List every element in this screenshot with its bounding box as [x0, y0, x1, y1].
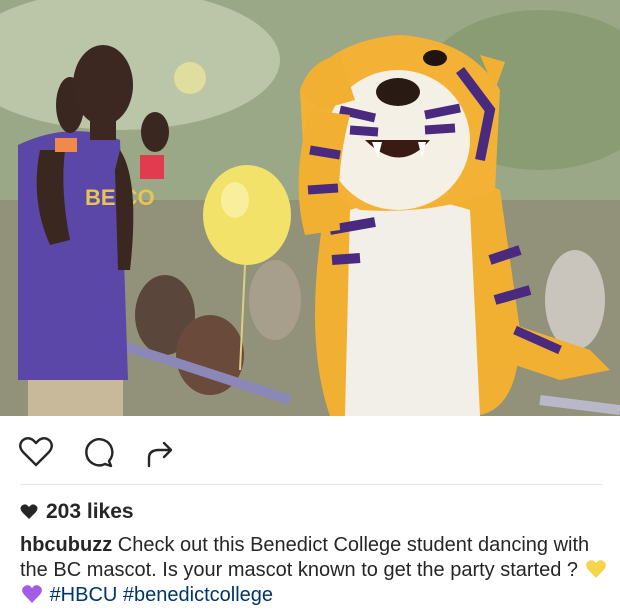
likes-text: 203 likes: [46, 500, 134, 523]
likes-count[interactable]: 203 likes: [20, 498, 134, 526]
filled-heart-icon: [20, 504, 38, 519]
purple-heart-emoji: [22, 585, 42, 603]
hashtag-hbcu[interactable]: #HBCU: [50, 584, 118, 606]
post-caption: hbcubuzz Check out this Benedict College…: [20, 533, 610, 608]
caption-username[interactable]: hbcubuzz: [20, 534, 112, 556]
comment-bubble-icon[interactable]: [78, 432, 118, 472]
heart-outline-icon[interactable]: [16, 432, 56, 472]
hashtag-benedictcollege[interactable]: #benedictcollege: [123, 584, 273, 606]
yellow-heart-emoji: [585, 560, 606, 578]
post-actions-bar: [0, 416, 620, 484]
share-arrow-icon[interactable]: [140, 432, 180, 472]
photo-scene: BE CO: [0, 0, 620, 416]
actions-divider: [20, 484, 602, 485]
post-photo[interactable]: BE CO: [0, 0, 620, 416]
